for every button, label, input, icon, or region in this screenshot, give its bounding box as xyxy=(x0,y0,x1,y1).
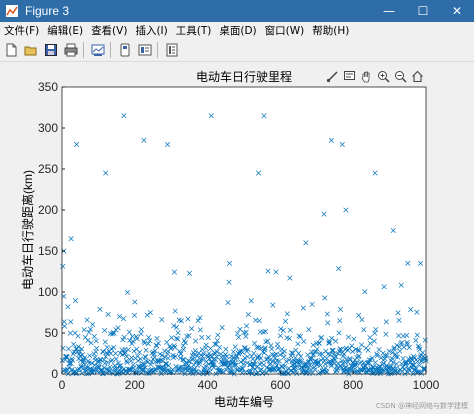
link-plot-icon[interactable] xyxy=(89,41,107,59)
menu-help[interactable]: 帮助(H) xyxy=(308,23,353,38)
y-tick-label: 0 xyxy=(51,367,58,381)
y-tick-label: 100 xyxy=(38,285,58,299)
matlab-figure-icon xyxy=(5,4,19,18)
x-axis-label: 电动车编号 xyxy=(214,394,274,409)
menu-edit[interactable]: 编辑(E) xyxy=(43,23,87,38)
figure-window: Figure 3 — ☐ ✕ 文件(F) 编辑(E) 查看(V) 插入(I) 工… xyxy=(0,0,474,414)
insert-legend-icon[interactable] xyxy=(163,41,181,59)
watermark: CSDN @神经网络与数学建模 xyxy=(375,402,468,410)
close-button[interactable]: ✕ xyxy=(440,0,474,22)
title-bar[interactable]: Figure 3 — ☐ ✕ xyxy=(0,0,474,22)
minimize-button[interactable]: — xyxy=(372,0,406,22)
toolbar-separator xyxy=(157,42,158,58)
chart-title: 电动车日行驶里程 xyxy=(196,69,292,84)
new-figure-icon[interactable] xyxy=(2,41,20,59)
print-icon[interactable] xyxy=(62,41,80,59)
figure-toolbar xyxy=(0,39,474,62)
x-tick-label: 1000 xyxy=(413,378,440,392)
menu-tools[interactable]: 工具(T) xyxy=(172,23,216,38)
y-tick-label: 150 xyxy=(38,244,58,258)
toolbar-separator xyxy=(83,42,84,58)
menu-insert[interactable]: 插入(I) xyxy=(131,23,171,38)
y-tick-label: 250 xyxy=(38,162,58,176)
menu-file[interactable]: 文件(F) xyxy=(0,23,43,38)
menu-bar: 文件(F) 编辑(E) 查看(V) 插入(I) 工具(T) 桌面(D) 窗口(W… xyxy=(0,22,474,39)
y-tick-label: 50 xyxy=(45,326,59,340)
insert-colorbar-icon[interactable] xyxy=(136,41,154,59)
x-tick-label: 600 xyxy=(270,378,290,392)
menu-desktop[interactable]: 桌面(D) xyxy=(215,23,260,38)
x-tick-label: 0 xyxy=(59,378,66,392)
y-axis-label: 电动车日行驶距离(km) xyxy=(20,170,35,290)
x-tick-label: 800 xyxy=(343,378,363,392)
menu-view[interactable]: 查看(V) xyxy=(87,23,131,38)
y-tick-label: 350 xyxy=(38,80,58,94)
toolbar-separator xyxy=(110,42,111,58)
scatter-plot[interactable]: 0 200 400 600 800 1000 0 50 100 150 200 250 300 350 电… xyxy=(0,62,474,414)
save-icon[interactable] xyxy=(42,41,60,59)
y-tick-label: 300 xyxy=(38,121,58,135)
x-tick-label: 400 xyxy=(198,378,218,392)
open-file-icon[interactable] xyxy=(22,41,40,59)
data-cursor-icon[interactable] xyxy=(116,41,134,59)
maximize-button[interactable]: ☐ xyxy=(406,0,440,22)
y-tick-label: 200 xyxy=(38,203,58,217)
x-tick-label: 200 xyxy=(125,378,145,392)
window-title: Figure 3 xyxy=(25,4,70,18)
menu-window[interactable]: 窗口(W) xyxy=(261,23,309,38)
